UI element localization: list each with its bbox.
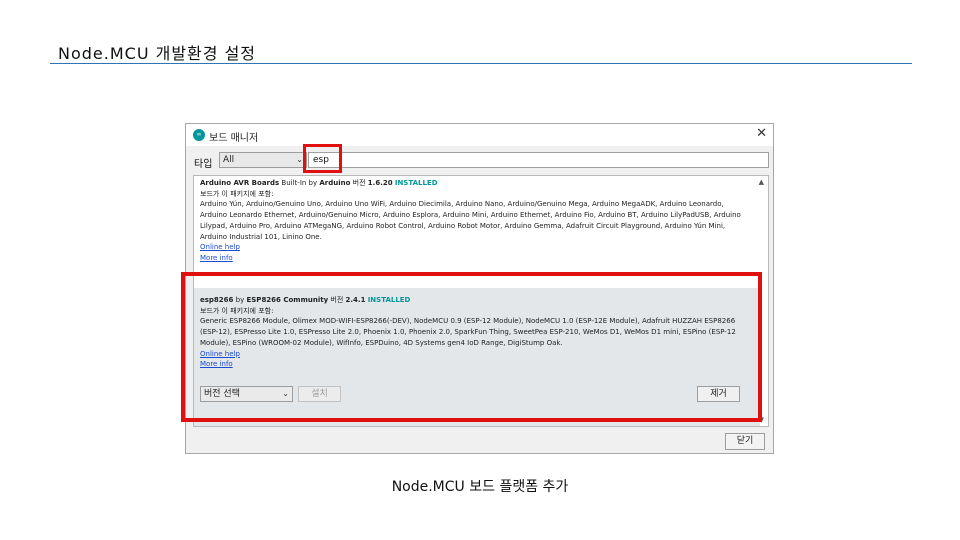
more-info-link[interactable]: More info [200,253,233,264]
window-title: 보드 매니저 [209,133,259,144]
esp8266-highlight-box [181,272,762,422]
board-version: 1.6.20 [367,179,393,187]
boards-list-text: Arduino Yún, Arduino/Genuino Uno, Arduin… [200,200,741,241]
type-label: 타입 [194,159,213,170]
board-author: Arduino [319,179,351,187]
title-divider [50,63,912,64]
search-input[interactable] [308,152,769,168]
chevron-down-icon: ⌄ [296,155,303,164]
included-label: 보드가 이 패키지에 포함: [200,189,274,198]
board-name: Arduino AVR Boards [200,179,280,187]
scroll-up-icon[interactable]: ▲ [759,178,764,186]
type-dropdown[interactable]: All ⌄ [219,152,307,168]
arduino-icon: ∞ [193,129,205,141]
slide-title: Node.MCU 개발환경 설정 [58,44,257,63]
search-highlight-box [303,144,342,173]
close-icon[interactable]: ✕ [756,126,767,141]
board-version-label: 버전 [352,179,366,187]
type-dropdown-value: All [223,155,235,165]
slide-caption: Node.MCU 보드 플랫폼 추가 [391,479,569,495]
list-item[interactable]: Arduino AVR Boards Built-In by Arduino 버… [200,178,748,264]
online-help-link[interactable]: Online help [200,242,240,253]
close-button[interactable]: 닫기 [725,433,765,450]
board-by-text: Built-In by [281,179,318,187]
status-badge: INSTALLED [394,179,438,187]
window-titlebar[interactable]: ∞ 보드 매니저 ✕ [186,124,773,146]
